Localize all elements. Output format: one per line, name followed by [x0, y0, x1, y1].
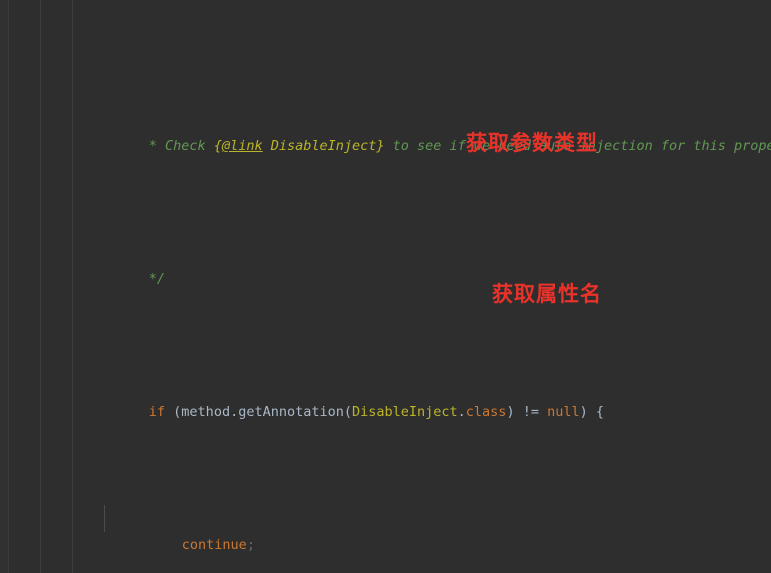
token-expr: (method.getAnnotation(: [165, 403, 352, 420]
token-comment: * Check: [148, 137, 214, 154]
code-line[interactable]: * Check {@link DisableInject} to see if …: [0, 106, 771, 154]
token-dot: .: [457, 403, 466, 420]
token-link-tag[interactable]: @link: [222, 138, 263, 154]
code-editor[interactable]: * Check {@link DisableInject} to see if …: [0, 0, 771, 573]
token-link-target: DisableInject: [262, 137, 377, 154]
annotation-note-parameter-type: 获取参数类型: [466, 131, 598, 155]
token-op-neq: ) !=: [506, 403, 548, 420]
code-line[interactable]: continue;: [0, 505, 771, 553]
token-comment-end: */: [148, 270, 166, 287]
token-keyword-null: null: [547, 403, 580, 420]
token-brace-open: {: [213, 137, 222, 154]
annotation-note-property-name: 获取属性名: [492, 282, 602, 306]
token-type-disableinject: DisableInject: [351, 403, 458, 420]
code-line[interactable]: */: [0, 239, 771, 287]
token-semicolon: ;: [246, 536, 255, 553]
token-keyword-if: if: [148, 403, 166, 420]
token-brace-close: }: [376, 137, 385, 154]
code-content[interactable]: * Check {@link DisableInject} to see if …: [0, 0, 771, 573]
indent-guide: [104, 505, 105, 532]
token-keyword-class: class: [465, 403, 507, 420]
code-line[interactable]: if (method.getAnnotation(DisableInject.c…: [0, 372, 771, 420]
token-keyword-continue: continue: [181, 536, 247, 553]
token-block-open: ) {: [579, 403, 604, 420]
